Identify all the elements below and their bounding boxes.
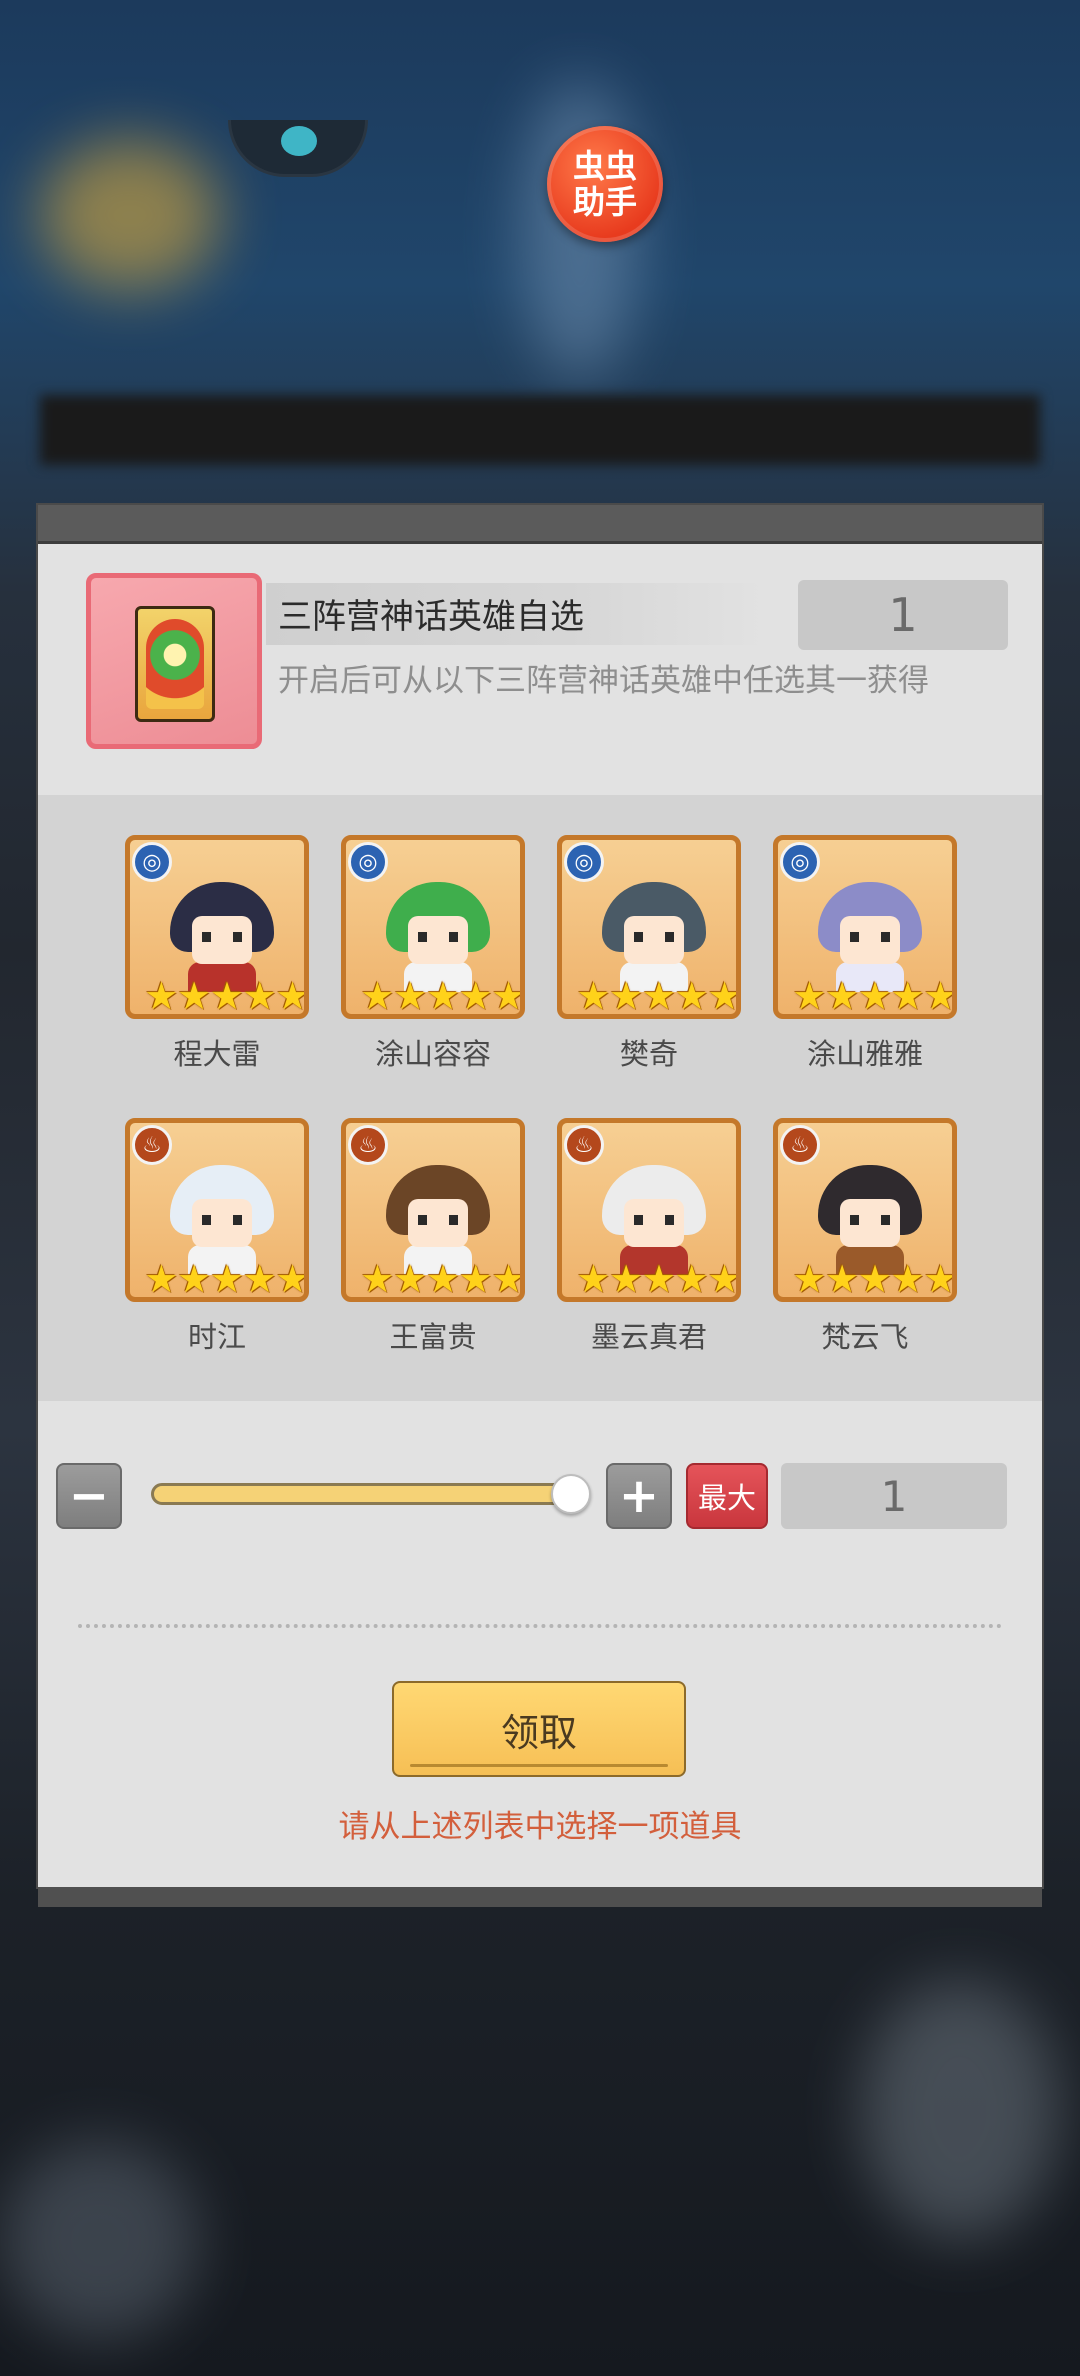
hero-portrait: ♨ ★ ★ ★ ★ ★ [773, 1118, 957, 1302]
hero-portrait: ◎ ★ ★ ★ ★ ★ [125, 835, 309, 1019]
player-avatar[interactable] [228, 120, 368, 177]
hero-sprite [818, 1165, 922, 1275]
star-rating: ★ ★ ★ ★ ★ [790, 1257, 957, 1301]
hero-option[interactable]: ♨ ★ ★ ★ ★ ★ 王富贵 [341, 1118, 525, 1356]
quantity-slider-handle[interactable] [551, 1474, 591, 1514]
minus-icon: − [68, 1468, 110, 1524]
hero-name: 梵云飞 [821, 1320, 909, 1354]
max-button[interactable]: 最大 [686, 1463, 768, 1529]
background-glow [0, 2140, 200, 2340]
star-rating: ★ ★ ★ ★ ★ [358, 974, 525, 1018]
hero-option[interactable]: ♨ ★ ★ ★ ★ ★ 时江 [125, 1118, 309, 1356]
hero-sprite [170, 1165, 274, 1275]
hero-sprite [386, 1165, 490, 1275]
hero-name: 涂山雅雅 [806, 1037, 923, 1071]
quantity-value[interactable]: 1 [781, 1463, 1007, 1529]
water-faction-icon: ◎ [132, 842, 172, 882]
hero-sprite [818, 882, 922, 992]
item-use-dialog: 三阵营神话英雄自选 1 开启后可从以下三阵营神话英雄中任选其一获得 ◎ ★ ★ ★ ★ ★… [38, 505, 1042, 1907]
star-rating: ★ ★ ★ ★ ★ [358, 1257, 525, 1301]
hero-option[interactable]: ◎ ★ ★ ★ ★ ★ 程大雷 [125, 835, 309, 1073]
claim-button-label: 领取 [500, 1710, 577, 1755]
star-icon: ★ [491, 974, 525, 1018]
assistant-label-line1: 虫虫 [572, 147, 637, 185]
quantity-slider-track[interactable] [151, 1483, 569, 1505]
hero-name: 墨云真君 [590, 1320, 707, 1354]
fire-faction-icon: ♨ [780, 1125, 820, 1165]
dialog-bottom-bar [38, 1887, 1042, 1907]
plus-icon: + [618, 1468, 660, 1524]
water-faction-icon: ◎ [348, 842, 388, 882]
star-icon: ★ [275, 974, 309, 1018]
dialog-top-bar [38, 505, 1042, 544]
hero-name: 程大雷 [173, 1037, 261, 1071]
increase-button[interactable]: + [606, 1463, 672, 1529]
divider [78, 1624, 1002, 1628]
hero-name: 时江 [187, 1320, 246, 1354]
star-icon: ★ [923, 1257, 957, 1301]
hero-list: ◎ ★ ★ ★ ★ ★ 程大雷 ◎ ★ ★ ★ ★ ★ 涂山容容 ◎ ★ ★ ★ ★ ★ 樊奇 ◎ ★ ★ ★ ★ ★ 涂山雅雅 ♨ ★ ★… [38, 795, 1042, 1401]
assistant-label-line2: 助手 [572, 183, 637, 221]
star-icon: ★ [707, 974, 741, 1018]
background-bar [40, 395, 1040, 465]
selection-hint: 请从上述列表中选择一项道具 [338, 1809, 742, 1845]
hero-name: 樊奇 [619, 1037, 678, 1071]
fire-faction-icon: ♨ [132, 1125, 172, 1165]
star-icon: ★ [707, 1257, 741, 1301]
assistant-float-button[interactable]: 虫虫 助手 [547, 126, 663, 242]
hero-name: 涂山容容 [374, 1037, 491, 1071]
hero-sprite [602, 882, 706, 992]
hero-option[interactable]: ♨ ★ ★ ★ ★ ★ 墨云真君 [557, 1118, 741, 1356]
hero-option[interactable]: ◎ ★ ★ ★ ★ ★ 涂山雅雅 [773, 835, 957, 1073]
claim-button[interactable]: 领取 [392, 1681, 686, 1777]
star-rating: ★ ★ ★ ★ ★ [574, 1257, 741, 1301]
avatar-image [281, 126, 317, 156]
item-count: 1 [798, 580, 1008, 650]
background-glow [40, 140, 220, 290]
fire-faction-icon: ♨ [348, 1125, 388, 1165]
hero-portrait: ♨ ★ ★ ★ ★ ★ [341, 1118, 525, 1302]
hero-portrait: ◎ ★ ★ ★ ★ ★ [341, 835, 525, 1019]
decrease-button[interactable]: − [56, 1463, 122, 1529]
hero-sprite [386, 882, 490, 992]
background-glow [860, 1980, 1060, 2240]
star-rating: ★ ★ ★ ★ ★ [790, 974, 957, 1018]
hero-portrait: ◎ ★ ★ ★ ★ ★ [773, 835, 957, 1019]
hero-portrait: ◎ ★ ★ ★ ★ ★ [557, 835, 741, 1019]
star-icon: ★ [491, 1257, 525, 1301]
star-rating: ★ ★ ★ ★ ★ [574, 974, 741, 1018]
hero-option[interactable]: ◎ ★ ★ ★ ★ ★ 樊奇 [557, 835, 741, 1073]
hero-option[interactable]: ◎ ★ ★ ★ ★ ★ 涂山容容 [341, 835, 525, 1073]
star-icon: ★ [275, 1257, 309, 1301]
item-description: 开启后可从以下三阵营神话英雄中任选其一获得 [278, 663, 929, 699]
star-rating: ★ ★ ★ ★ ★ [142, 1257, 309, 1301]
hero-portrait: ♨ ★ ★ ★ ★ ★ [557, 1118, 741, 1302]
hero-sprite [170, 882, 274, 992]
water-faction-icon: ◎ [564, 842, 604, 882]
item-icon-frame [86, 573, 262, 749]
star-rating: ★ ★ ★ ★ ★ [142, 974, 309, 1018]
water-faction-icon: ◎ [780, 842, 820, 882]
hero-name: 王富贵 [389, 1320, 477, 1354]
hero-portrait: ♨ ★ ★ ★ ★ ★ [125, 1118, 309, 1302]
hero-option[interactable]: ♨ ★ ★ ★ ★ ★ 梵云飞 [773, 1118, 957, 1356]
item-title: 三阵营神话英雄自选 [278, 597, 584, 637]
hero-sprite [602, 1165, 706, 1275]
fire-faction-icon: ♨ [564, 1125, 604, 1165]
star-icon: ★ [923, 974, 957, 1018]
hero-selection-card-icon [135, 606, 215, 722]
